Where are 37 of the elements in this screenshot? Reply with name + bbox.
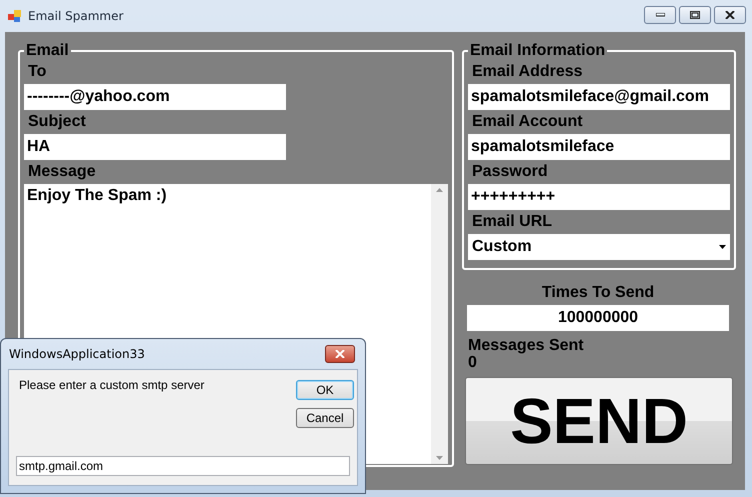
dropdown[interactable]: Custom (468, 234, 730, 260)
caret-icon (719, 245, 726, 249)
app-icon (8, 9, 22, 23)
input-field[interactable]: spamalotsmileface (468, 134, 730, 160)
close-button[interactable] (325, 345, 355, 363)
close-icon (725, 11, 735, 19)
field-label: Password (472, 163, 548, 180)
restore-icon (690, 11, 700, 19)
close-button[interactable] (714, 6, 746, 24)
input-field[interactable]: HA (24, 134, 286, 160)
scroll-up-icon (436, 188, 443, 192)
field-label: Times To Send (542, 284, 654, 301)
sent-count: 0 (468, 354, 477, 371)
maximize-button[interactable] (679, 6, 711, 24)
input-field[interactable]: 100000000 (467, 305, 729, 331)
input-field[interactable]: spamalotsmileface@gmail.com (468, 84, 730, 110)
scroll-down-icon (436, 456, 443, 460)
dialog-button[interactable]: OK (296, 380, 354, 400)
input-field[interactable]: --------@yahoo.com (24, 84, 286, 110)
field-label: Subject (28, 113, 86, 130)
field-label: Email URL (472, 213, 552, 230)
window-title: Email Spammer (28, 9, 124, 23)
field-label: To (28, 63, 46, 80)
group-title: Email (25, 42, 70, 60)
close-icon (335, 350, 345, 358)
field-label: Email Account (472, 113, 583, 130)
minimize-icon (656, 13, 664, 17)
group-title: Email Information (469, 42, 606, 60)
field-label: Messages Sent (468, 337, 584, 354)
minimize-button[interactable] (644, 6, 676, 24)
field-label: Email Address (472, 63, 583, 80)
scrollbar[interactable] (431, 184, 448, 464)
send-button[interactable]: SEND (465, 377, 733, 465)
input-field[interactable]: +++++++++ (468, 184, 730, 210)
dialog-button[interactable]: Cancel (296, 408, 354, 428)
input-field[interactable]: smtp.gmail.com (16, 456, 350, 476)
field-label: Message (28, 163, 96, 180)
